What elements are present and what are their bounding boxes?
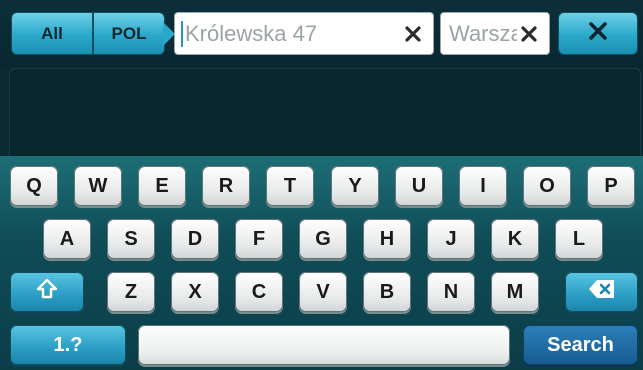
key-label: Z	[124, 280, 138, 303]
shift-key[interactable]	[10, 272, 84, 312]
key-g[interactable]: G	[299, 219, 347, 259]
on-screen-keyboard: Q W E R T Y U I O P A S D F G H J K L Z …	[0, 156, 643, 370]
key-v[interactable]: V	[299, 272, 347, 312]
key-label: T	[283, 174, 297, 197]
key-label: O	[539, 174, 555, 197]
key-u[interactable]: U	[395, 166, 443, 206]
street-input[interactable]: Królewska 47	[174, 12, 434, 55]
search-key[interactable]: Search	[523, 325, 638, 365]
key-label: C	[251, 280, 267, 303]
key-w[interactable]: W	[74, 166, 122, 206]
results-list	[9, 68, 641, 162]
key-label: W	[88, 174, 108, 197]
key-label: M	[506, 280, 524, 303]
key-z[interactable]: Z	[107, 272, 155, 312]
text-cursor	[181, 21, 183, 47]
backspace-icon	[588, 279, 616, 305]
key-label: R	[218, 174, 234, 197]
country-filter-label: POL	[111, 23, 147, 43]
key-i[interactable]: I	[459, 166, 507, 206]
key-label: Q	[26, 174, 42, 197]
key-a[interactable]: A	[43, 219, 91, 259]
city-input[interactable]: Warsza	[440, 12, 550, 55]
search-bar: All POL Królewska 47 Warsza	[0, 0, 643, 68]
key-s[interactable]: S	[107, 219, 155, 259]
key-label: K	[507, 227, 523, 250]
city-input-value: Warsza	[449, 20, 517, 46]
key-q[interactable]: Q	[10, 166, 58, 206]
key-t[interactable]: T	[266, 166, 314, 206]
key-o[interactable]: O	[523, 166, 571, 206]
key-x[interactable]: X	[171, 272, 219, 312]
key-label: G	[315, 227, 331, 250]
key-label: Y	[348, 174, 362, 197]
country-filter-button[interactable]: POL	[93, 12, 175, 55]
key-label: E	[155, 174, 169, 197]
filter-all-label: All	[41, 23, 63, 43]
key-label: D	[187, 227, 203, 250]
key-label: X	[188, 280, 202, 303]
key-label: A	[59, 227, 75, 250]
search-key-label: Search	[547, 333, 614, 356]
key-b[interactable]: B	[363, 272, 411, 312]
backspace-key[interactable]	[565, 272, 638, 312]
filter-all-button[interactable]: All	[11, 12, 93, 55]
numbers-key-label: 1.?	[53, 333, 83, 356]
key-c[interactable]: C	[235, 272, 283, 312]
key-label: U	[411, 174, 427, 197]
key-e[interactable]: E	[138, 166, 186, 206]
clear-city-icon[interactable]	[517, 22, 541, 46]
key-f[interactable]: F	[235, 219, 283, 259]
key-r[interactable]: R	[202, 166, 250, 206]
clear-street-icon[interactable]	[401, 22, 425, 46]
key-label: H	[379, 227, 395, 250]
key-label: B	[379, 280, 395, 303]
key-h[interactable]: H	[363, 219, 411, 259]
close-button[interactable]	[558, 12, 638, 55]
key-d[interactable]: D	[171, 219, 219, 259]
key-k[interactable]: K	[491, 219, 539, 259]
shift-icon	[36, 278, 58, 306]
close-icon	[588, 21, 608, 46]
key-y[interactable]: Y	[331, 166, 379, 206]
key-label: F	[252, 227, 266, 250]
key-label: P	[604, 174, 618, 197]
key-label: J	[445, 227, 457, 250]
key-l[interactable]: L	[555, 219, 603, 259]
key-label: I	[480, 174, 486, 197]
key-label: V	[316, 280, 330, 303]
key-label: S	[124, 227, 138, 250]
key-j[interactable]: J	[427, 219, 475, 259]
key-p[interactable]: P	[587, 166, 635, 206]
key-n[interactable]: N	[427, 272, 475, 312]
space-key[interactable]	[138, 325, 510, 365]
key-label: L	[572, 227, 586, 250]
key-m[interactable]: M	[491, 272, 539, 312]
key-label: N	[443, 280, 459, 303]
street-input-value: Królewska 47	[185, 20, 318, 46]
numbers-key[interactable]: 1.?	[10, 325, 126, 365]
